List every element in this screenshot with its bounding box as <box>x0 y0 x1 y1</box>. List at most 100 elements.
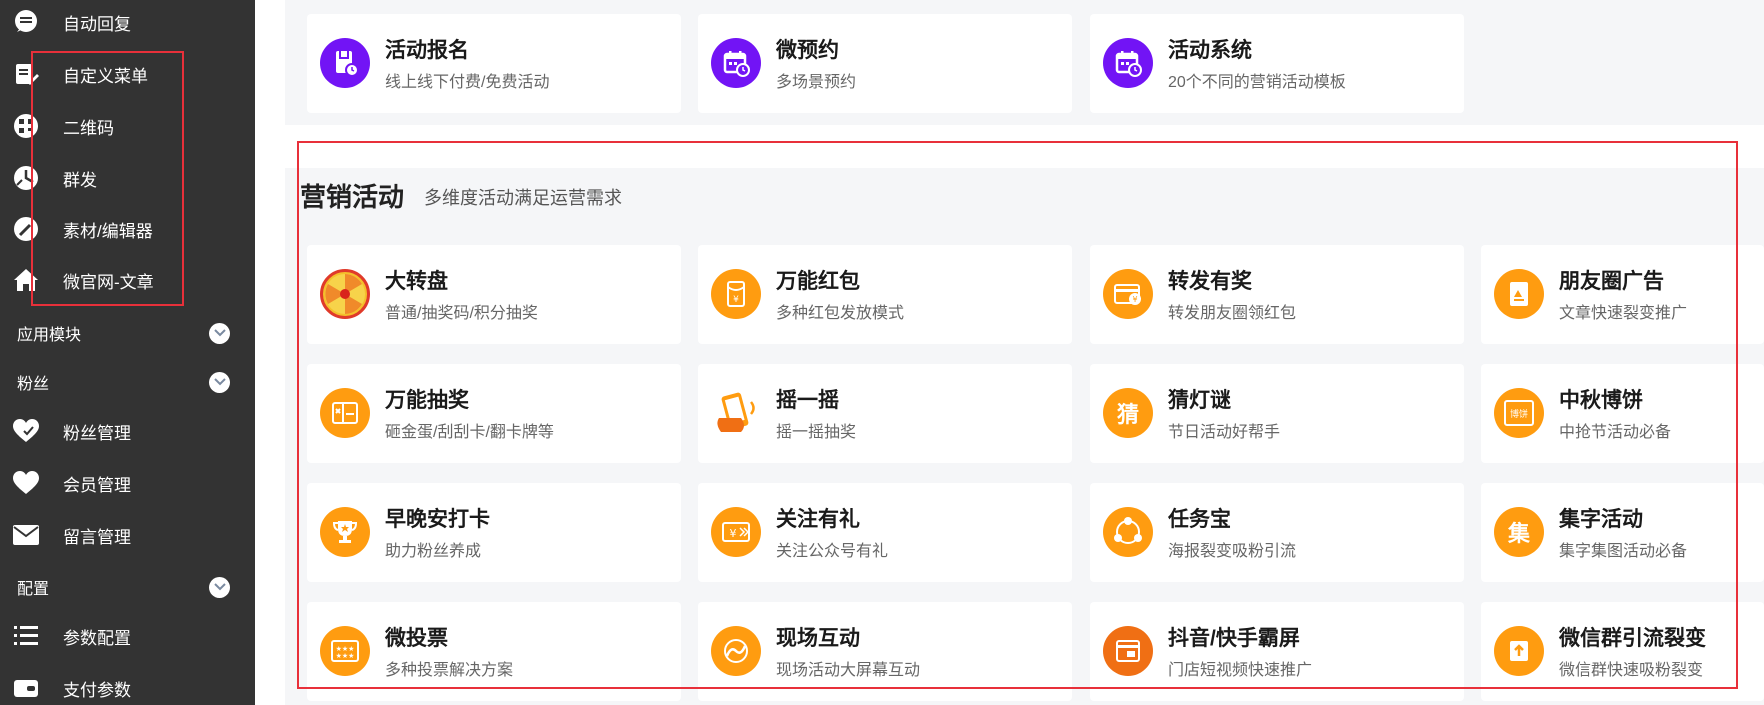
card-title: 现场互动 <box>776 627 860 650</box>
sidebar-item-label: 参数配置 <box>63 628 131 648</box>
sidebar-item-material-editor[interactable]: 素材/编辑器 <box>0 209 255 249</box>
sidebar-item-parameter-config[interactable]: 参数配置 <box>0 616 255 656</box>
card-collect-characters[interactable]: 集 集字活动 集字集图活动必备 <box>1481 483 1764 582</box>
card-title: 摇一摇 <box>776 389 839 412</box>
sidebar-item-message-management[interactable]: 留言管理 <box>0 515 255 555</box>
video-icon <box>1103 626 1153 676</box>
sidebar-item-micro-site[interactable]: 微官网-文章 <box>0 260 255 300</box>
card-share-reward[interactable]: ¥ 转发有奖 转发朋友圈领红包 <box>1090 245 1464 344</box>
sidebar-item-auto-reply[interactable]: 自动回复 <box>0 2 255 42</box>
card-title: 任务宝 <box>1168 508 1231 531</box>
card-universal-red-packet[interactable]: ¥ 万能红包 多种红包发放模式 <box>698 245 1072 344</box>
card-activity-signup[interactable]: 活动报名 线上线下付费/免费活动 <box>307 14 681 113</box>
card-subtitle: 转发朋友圈领红包 <box>1168 305 1297 322</box>
sidebar-item-payment-params[interactable]: 支付参数 <box>0 668 255 705</box>
card-subtitle: 多种红包发放模式 <box>776 305 905 322</box>
sidebar-item-label: 二维码 <box>63 118 114 138</box>
message-icon <box>12 8 40 36</box>
svg-text:¥: ¥ <box>1132 295 1137 304</box>
card-title: 微预约 <box>776 39 839 62</box>
card-subtitle: 现场活动大屏幕互动 <box>776 662 921 679</box>
card-micro-vote[interactable]: ★★★ ★★★ 微投票 多种投票解决方案 <box>307 602 681 701</box>
card-title: 关注有礼 <box>776 508 860 531</box>
signup-icon <box>320 38 370 88</box>
sidebar-item-fans-management[interactable]: 粉丝管理 <box>0 411 255 451</box>
sidebar-item-custom-menu[interactable]: 自定义菜单 <box>0 54 255 94</box>
card-title: 中秋博饼 <box>1559 389 1643 412</box>
calendar-clock-icon <box>1103 38 1153 88</box>
section-config[interactable]: 配置 <box>0 567 255 607</box>
group-upload-icon <box>1494 626 1544 676</box>
card-wechat-group-fission[interactable]: 微信群引流裂变 微信群快速吸粉裂变 <box>1481 602 1764 701</box>
ad-icon <box>1494 269 1544 319</box>
share-reward-icon: ¥ <box>1103 269 1153 319</box>
card-subtitle: 多场景预约 <box>776 74 857 91</box>
card-live-interaction[interactable]: 现场互动 现场活动大屏幕互动 <box>698 602 1072 701</box>
red-packet-icon: ¥ <box>711 269 761 319</box>
chevron-down-icon[interactable] <box>209 576 230 598</box>
svg-text:★★★: ★★★ <box>336 652 355 660</box>
gift-ticket-icon: ¥ <box>711 507 761 557</box>
card-subtitle: 摇一摇抽奖 <box>776 424 857 441</box>
lottery-icon <box>320 388 370 438</box>
section-label: 粉丝 <box>17 376 50 393</box>
sidebar-item-member-management[interactable]: 会员管理 <box>0 463 255 503</box>
sidebar-item-label: 微官网-文章 <box>63 272 154 292</box>
card-task-treasure[interactable]: 任务宝 海报裂变吸粉引流 <box>1090 483 1464 582</box>
marketing-section-title: 营销活动 <box>300 182 405 212</box>
qrcode-icon <box>12 112 40 140</box>
card-subtitle: 线上线下付费/免费活动 <box>385 74 550 91</box>
card-title: 大转盘 <box>385 270 448 293</box>
section-fans[interactable]: 粉丝 <box>0 362 255 402</box>
card-big-wheel[interactable]: 大转盘 普通/抽奖码/积分抽奖 <box>307 245 681 344</box>
sidebar-item-label: 自定义菜单 <box>63 66 148 86</box>
broadcast-icon <box>12 164 40 192</box>
card-moments-ad[interactable]: 朋友圈广告 文章快速裂变推广 <box>1481 245 1764 344</box>
edit-doc-icon <box>12 60 40 88</box>
section-app-modules[interactable]: 应用模块 <box>0 313 255 353</box>
card-title: 抖音/快手霸屏 <box>1168 627 1300 650</box>
marketing-section-subtitle: 多维度活动满足运营需求 <box>424 188 622 208</box>
pen-icon <box>12 215 40 243</box>
network-icon <box>1103 507 1153 557</box>
card-subtitle: 20个不同的营销活动模板 <box>1168 74 1346 91</box>
sidebar-item-label: 留言管理 <box>63 527 131 547</box>
live-icon <box>711 626 761 676</box>
card-douyin-kuaishou[interactable]: 抖音/快手霸屏 门店短视频快速推广 <box>1090 602 1464 701</box>
card-title: 万能抽奖 <box>385 389 469 412</box>
card-subtitle: 门店短视频快速推广 <box>1168 662 1313 679</box>
card-subtitle: 助力粉丝养成 <box>385 543 482 560</box>
card-subtitle: 多种投票解决方案 <box>385 662 514 679</box>
mooncake-glyph: 博饼 <box>1509 409 1528 420</box>
trophy-icon <box>320 507 370 557</box>
card-subtitle: 节日活动好帮手 <box>1168 424 1281 441</box>
card-follow-gift[interactable]: ¥ 关注有礼 关注公众号有礼 <box>698 483 1072 582</box>
sidebar-item-label: 粉丝管理 <box>63 423 131 443</box>
sidebar-item-label: 群发 <box>63 170 97 190</box>
vote-icon: ★★★ ★★★ <box>320 626 370 676</box>
sidebar-item-broadcast[interactable]: 群发 <box>0 158 255 198</box>
list-icon <box>12 622 40 650</box>
chevron-down-icon[interactable] <box>209 371 230 393</box>
collect-char-icon: 集 <box>1494 507 1544 557</box>
heart-check-icon <box>12 417 40 445</box>
card-subtitle: 海报裂变吸粉引流 <box>1168 543 1297 560</box>
calendar-icon <box>711 38 761 88</box>
chevron-down-icon[interactable] <box>209 322 230 344</box>
section-label: 应用模块 <box>17 327 82 344</box>
card-universal-lottery[interactable]: 万能抽奖 砸金蛋/刮刮卡/翻卡牌等 <box>307 364 681 463</box>
card-lantern-riddle[interactable]: 猜 猜灯谜 节日活动好帮手 <box>1090 364 1464 463</box>
sidebar-item-qrcode[interactable]: 二维码 <box>0 106 255 146</box>
card-subtitle: 关注公众号有礼 <box>776 543 889 560</box>
collect-glyph: 集 <box>1507 522 1530 547</box>
card-morning-night-checkin[interactable]: 早晚安打卡 助力粉丝养成 <box>307 483 681 582</box>
card-mid-autumn-dice[interactable]: 博饼 中秋博饼 中抢节活动必备 <box>1481 364 1764 463</box>
sidebar-item-label: 会员管理 <box>63 475 131 495</box>
card-micro-appointment[interactable]: 微预约 多场景预约 <box>698 14 1072 113</box>
sidebar-item-label: 自动回复 <box>63 14 131 34</box>
card-activity-system[interactable]: 活动系统 20个不同的营销活动模板 <box>1090 14 1464 113</box>
card-title: 微信群引流裂变 <box>1559 627 1706 650</box>
card-title: 朋友圈广告 <box>1559 270 1664 293</box>
card-subtitle: 文章快速裂变推广 <box>1559 305 1688 322</box>
card-shake[interactable]: 摇一摇 摇一摇抽奖 <box>698 364 1072 463</box>
